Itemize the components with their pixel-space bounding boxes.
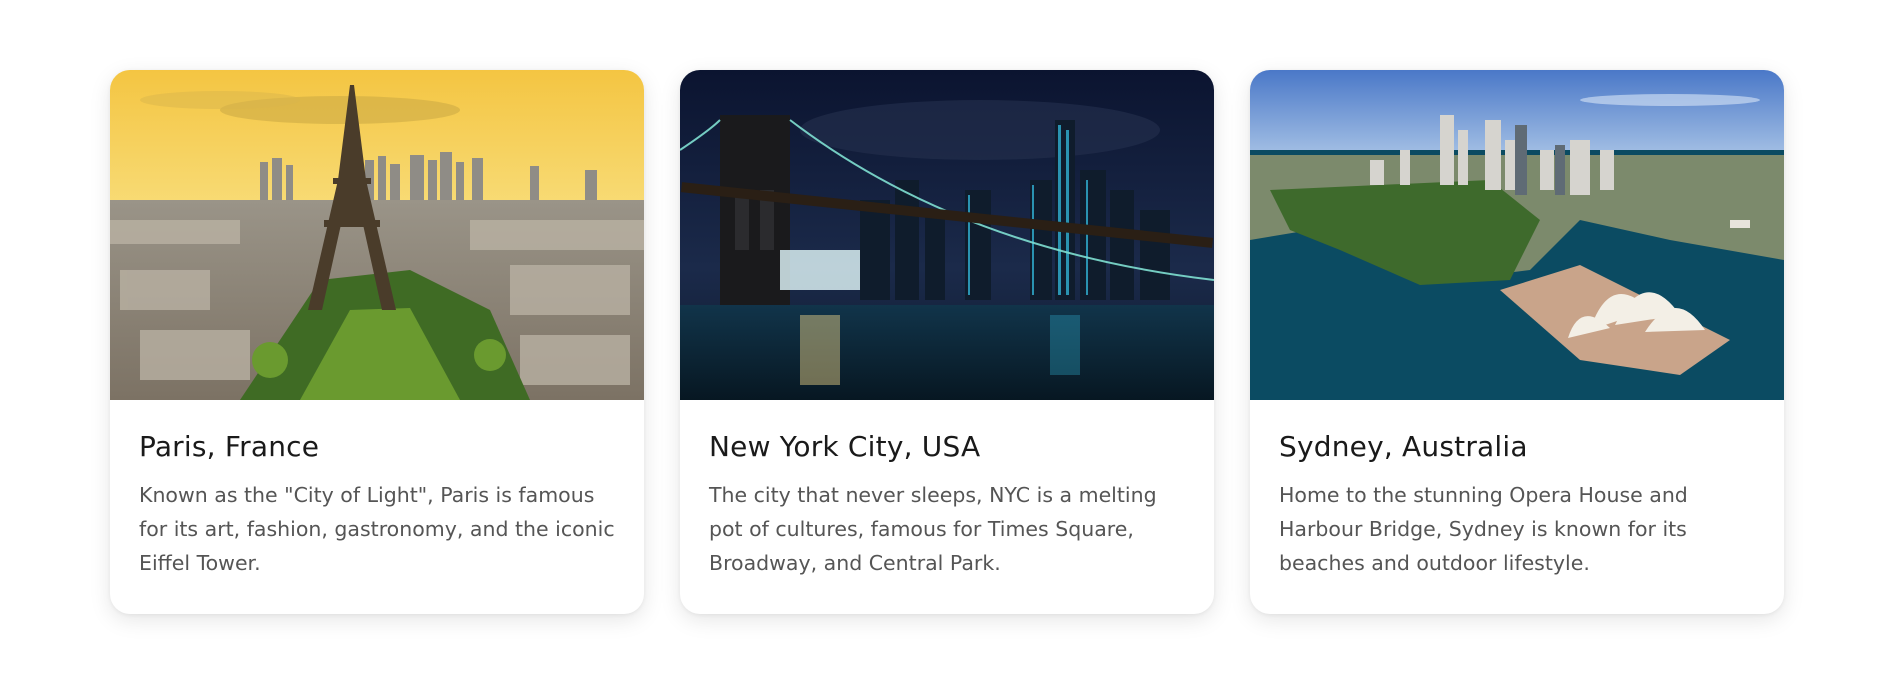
card-description: The city that never sleeps, NYC is a mel… [709, 483, 1157, 575]
destination-card-new-york[interactable]: New York City, USA The city that never s… [680, 70, 1214, 614]
destination-card-sydney[interactable]: Sydney, Australia Home to the stunning O… [1250, 70, 1784, 614]
card-title: Sydney, Australia [1279, 430, 1528, 463]
destination-card-paris[interactable]: Paris, France Known as the "City of Ligh… [110, 70, 644, 614]
card-description: Known as the "City of Light", Paris is f… [139, 483, 615, 575]
sydney-photo [1250, 70, 1784, 400]
new-york-photo [680, 70, 1214, 400]
paris-photo [110, 70, 644, 400]
card-description: Home to the stunning Opera House and Har… [1279, 483, 1688, 575]
card-title: Paris, France [139, 430, 320, 463]
destination-cards: Paris, France Known as the "City of Ligh… [0, 0, 1893, 673]
card-title: New York City, USA [709, 430, 981, 463]
